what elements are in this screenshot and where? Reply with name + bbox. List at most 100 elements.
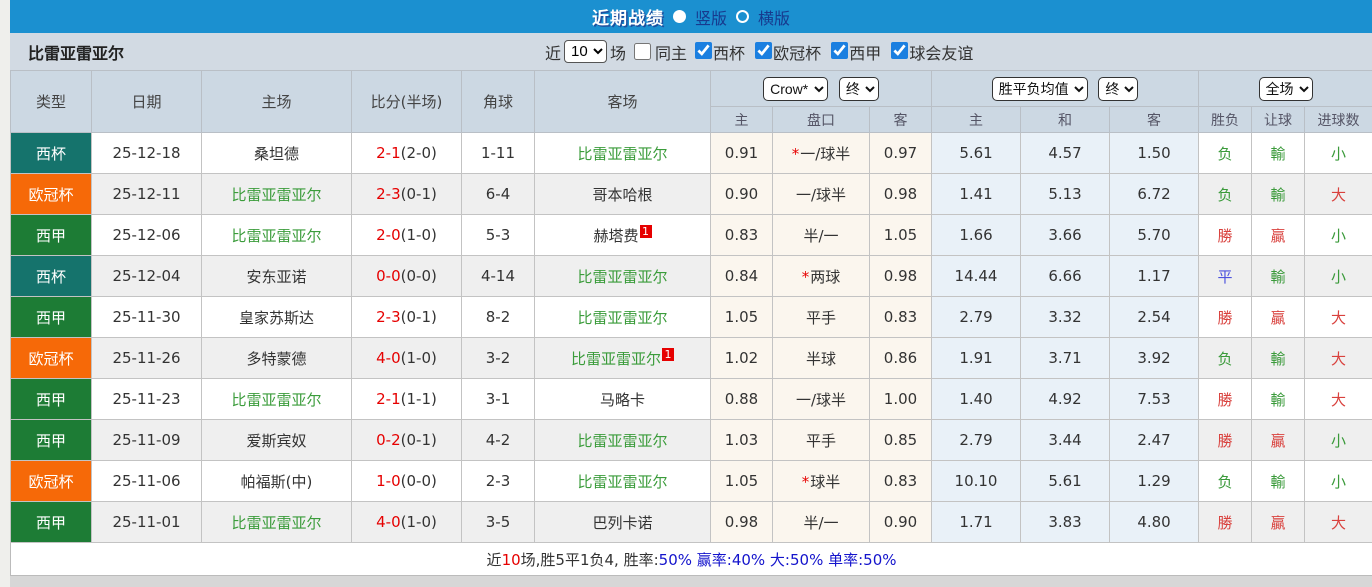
handicap-star: * — [801, 267, 810, 286]
col-header-score: 比分(半场) — [351, 70, 462, 133]
avg-lose-cell: 1.29 — [1109, 460, 1200, 502]
score-cell: 0-0(0-0) — [351, 255, 462, 297]
match-count-select[interactable]: 10 — [564, 40, 608, 63]
result-wdl-cell: 勝 — [1198, 419, 1253, 461]
col-header-home: 主场 — [201, 70, 352, 133]
avg-win-cell: 1.41 — [931, 173, 1022, 215]
table-row: 西甲 25-11-30 皇家苏斯达 2-3(0-1) 8-2 比雷亚雷亚尔 1.… — [10, 296, 1372, 338]
avg-win-cell: 10.10 — [931, 460, 1022, 502]
corner-cell: 3-5 — [461, 501, 535, 543]
league-checkbox[interactable] — [755, 41, 773, 59]
corner-cell: 1-11 — [461, 132, 535, 174]
score-cell: 2-3(0-1) — [351, 173, 462, 215]
away-odds-cell: 1.00 — [868, 378, 933, 420]
subheader-avg-guest: 客 — [1109, 106, 1200, 133]
away-odds-cell: 0.86 — [868, 337, 933, 379]
halftime-score: (0-1) — [400, 308, 437, 326]
bookmaker-select[interactable]: Crow* — [763, 76, 829, 101]
subheader-avg-host: 主 — [931, 106, 1022, 133]
result-goals-cell: 大 — [1304, 501, 1372, 543]
avg-odds-select[interactable]: 胜平负均值 — [991, 76, 1088, 101]
away-odds-cell: 1.05 — [868, 214, 933, 256]
avg-win-cell: 1.40 — [931, 378, 1022, 420]
match-type-badge: 西甲 — [10, 214, 92, 256]
corner-cell: 2-3 — [461, 460, 535, 502]
handicap-star: * — [791, 144, 800, 163]
result-handicap-cell: 贏 — [1251, 419, 1306, 461]
home-team-cell: 比雷亚雷亚尔 — [201, 173, 352, 215]
avg-draw-cell: 4.57 — [1020, 132, 1111, 174]
result-handicap-cell: 贏 — [1251, 296, 1306, 338]
match-date: 25-12-11 — [91, 173, 202, 215]
match-type-badge: 西杯 — [10, 132, 92, 174]
summary-winrate-value: 50% — [658, 550, 692, 569]
avg-draw-cell: 5.13 — [1020, 173, 1111, 215]
avg-state-select[interactable]: 终 — [1098, 76, 1139, 101]
away-odds-cell: 0.90 — [868, 501, 933, 543]
table-row: 欧冠杯 25-11-06 帕福斯(中) 1-0(0-0) 2-3 比雷亚雷亚尔 … — [10, 460, 1372, 502]
table-row: 西甲 25-11-01 比雷亚雷亚尔 4-0(1-0) 3-5 巴列卡诺 0.9… — [10, 501, 1372, 543]
home-team-cell: 爱斯宾奴 — [201, 419, 352, 461]
summary-middle: 场,胜5平1负4, — [520, 550, 624, 569]
avg-draw-cell: 5.61 — [1020, 460, 1111, 502]
summary-row: 近10场,胜5平1负4, 胜率:50% 赢率:40% 大:50% 单率:50% — [9, 542, 1372, 576]
score-cell: 2-3(0-1) — [351, 296, 462, 338]
period-select[interactable]: 全场 — [1258, 76, 1313, 101]
match-date: 25-12-18 — [91, 132, 202, 174]
league-label: 欧冠杯 — [773, 43, 822, 63]
match-type-badge: 欧冠杯 — [10, 460, 92, 502]
results-body: 西杯 25-12-18 桑坦德 2-1(2-0) 1-11 比雷亚雷亚尔 0.9… — [10, 132, 1372, 543]
halftime-score: (1-0) — [400, 226, 437, 244]
bookmaker-state-select[interactable]: 终 — [838, 76, 879, 101]
same-home-checkbox[interactable] — [634, 43, 652, 60]
match-type-badge: 西甲 — [10, 419, 92, 461]
horizontal-layout-radio[interactable] — [736, 10, 749, 23]
home-odds-cell: 0.98 — [710, 501, 773, 543]
same-home-label: 同主 — [655, 43, 688, 63]
corner-cell: 5-3 — [461, 214, 535, 256]
result-wdl-cell: 勝 — [1198, 214, 1253, 256]
handicap-star: * — [801, 472, 810, 491]
result-wdl-cell: 负 — [1198, 132, 1253, 174]
halftime-score: (2-0) — [400, 144, 437, 162]
league-checkbox[interactable] — [831, 41, 849, 59]
handicap-cell: *半球 — [772, 337, 870, 379]
match-type-badge: 西甲 — [10, 501, 92, 543]
avg-draw-cell: 3.32 — [1020, 296, 1111, 338]
subheader-odds-guest: 客 — [868, 106, 933, 133]
league-checkbox[interactable] — [891, 41, 909, 59]
fulltime-score: 0-2 — [376, 431, 401, 449]
away-card-badge: 1 — [662, 347, 674, 361]
result-wdl-cell: 勝 — [1198, 501, 1253, 543]
col-header-away: 客场 — [534, 70, 711, 133]
home-team-cell: 比雷亚雷亚尔 — [201, 214, 352, 256]
vertical-layout-label[interactable]: 竖版 — [695, 5, 727, 29]
match-type-badge: 西杯 — [10, 255, 92, 297]
league-checkbox[interactable] — [695, 41, 713, 59]
score-cell: 2-1(1-1) — [351, 378, 462, 420]
handicap-cell: *一/球半 — [772, 132, 870, 174]
filter-controls: 近 10 场 同主 西杯 欧冠杯 西甲 球会友谊 — [545, 33, 973, 70]
subheader-goals: 进球数 — [1304, 106, 1372, 133]
away-odds-cell: 0.83 — [868, 460, 933, 502]
score-cell: 2-1(2-0) — [351, 132, 462, 174]
col-header-date: 日期 — [91, 70, 202, 133]
handicap-cell: *一/球半 — [772, 378, 870, 420]
home-team-cell: 桑坦德 — [201, 132, 352, 174]
subheader-avg-draw: 和 — [1020, 106, 1111, 133]
subheader-handicap-result: 让球 — [1251, 106, 1306, 133]
horizontal-layout-label[interactable]: 横版 — [758, 5, 790, 29]
handicap-cell: *半/一 — [772, 214, 870, 256]
result-handicap-cell: 輸 — [1251, 173, 1306, 215]
away-team-cell: 比雷亚雷亚尔 — [534, 296, 711, 338]
result-handicap-cell: 贏 — [1251, 214, 1306, 256]
result-wdl-cell: 平 — [1198, 255, 1253, 297]
avg-lose-cell: 6.72 — [1109, 173, 1200, 215]
bottom-strip — [10, 576, 1372, 587]
away-odds-cell: 0.85 — [868, 419, 933, 461]
vertical-layout-radio[interactable] — [672, 10, 686, 23]
corner-cell: 4-14 — [461, 255, 535, 297]
avg-lose-cell: 2.47 — [1109, 419, 1200, 461]
fulltime-score: 2-0 — [376, 226, 401, 244]
away-odds-cell: 0.83 — [868, 296, 933, 338]
